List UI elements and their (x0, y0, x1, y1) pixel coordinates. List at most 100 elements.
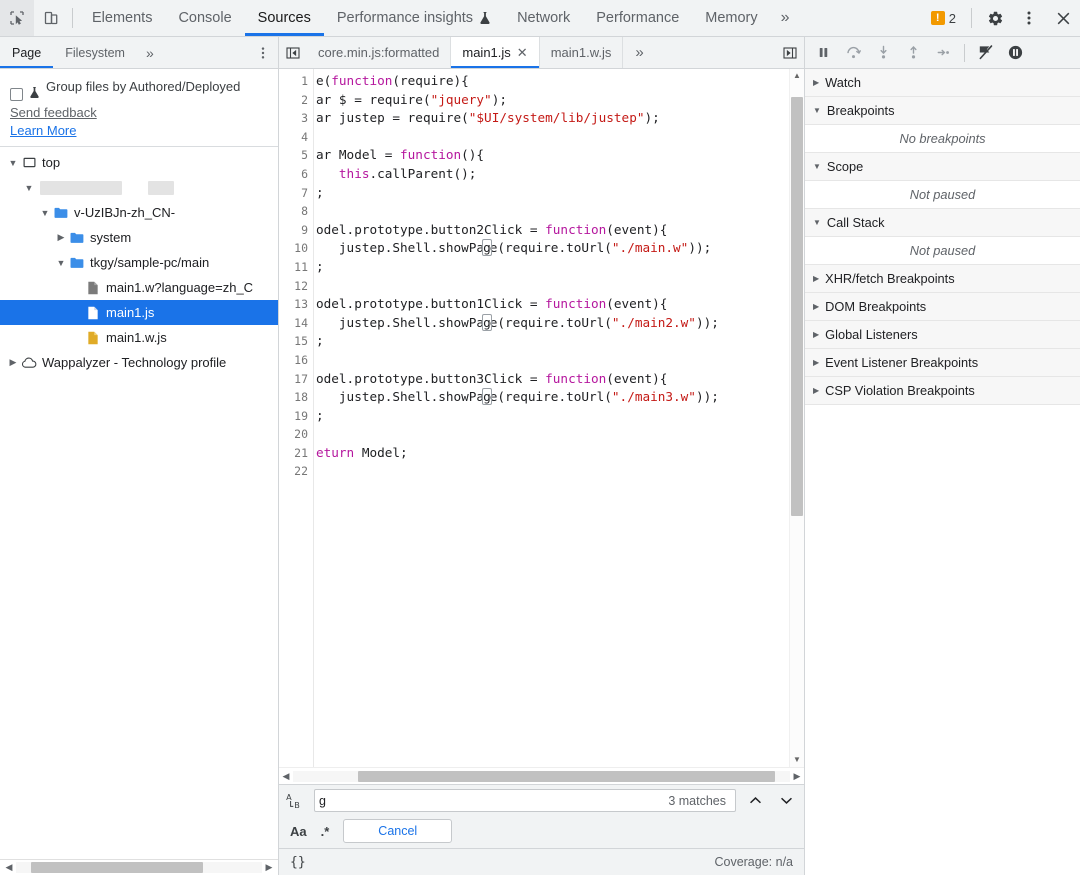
line-number[interactable]: 11 (279, 258, 313, 277)
line-number[interactable]: 9 (279, 221, 313, 240)
line-number[interactable]: 15 (279, 332, 313, 351)
line-number[interactable]: 4 (279, 128, 313, 147)
navigator-hscroll-thumb[interactable] (31, 862, 203, 873)
tree-row[interactable]: ▼top (0, 150, 278, 175)
show-navigator-icon[interactable] (279, 37, 307, 68)
code-line[interactable] (314, 128, 789, 147)
code-line[interactable]: e(function(require){ (314, 72, 789, 91)
source-code[interactable]: e(function(require){ar $ = require("jque… (314, 69, 789, 767)
sidebar-section-breakpoints[interactable]: ▼Breakpoints (805, 97, 1080, 125)
line-number[interactable]: 16 (279, 351, 313, 370)
match-case-toggle[interactable]: Aa (290, 824, 307, 839)
editor-hscroll-right-arrow[interactable]: ▶ (790, 771, 804, 782)
navigator-hscroll-track[interactable] (16, 862, 262, 873)
code-line[interactable] (314, 462, 789, 481)
line-number[interactable]: 22 (279, 462, 313, 481)
line-number[interactable]: 19 (279, 407, 313, 426)
editor-vscroll-down-arrow[interactable]: ▼ (790, 753, 804, 767)
editor-tab-close-icon[interactable]: ✕ (517, 46, 528, 59)
line-number[interactable]: 13 (279, 295, 313, 314)
line-number[interactable]: 1 (279, 72, 313, 91)
warnings-badge[interactable]: ! 2 (922, 5, 965, 31)
code-area[interactable]: 12345678910111213141516171819202122 e(fu… (279, 69, 789, 767)
navigator-kebab-icon[interactable] (248, 37, 278, 68)
tree-row[interactable]: ▶main1.w.js (0, 325, 278, 350)
sidebar-section-watch[interactable]: ▶Watch (805, 69, 1080, 97)
close-icon[interactable] (1046, 0, 1080, 36)
regex-toggle[interactable]: .* (321, 824, 330, 839)
twisty-closed-icon[interactable]: ▶ (6, 357, 20, 368)
code-line[interactable]: this.callParent(); (314, 165, 789, 184)
code-line[interactable]: justep.Shell.showPage(require.toUrl("./m… (314, 239, 789, 258)
tree-row[interactable]: ▶system (0, 225, 278, 250)
twisty-open-icon[interactable]: ▼ (38, 208, 52, 218)
code-line[interactable]: odel.prototype.button2Click = function(e… (314, 221, 789, 240)
navigator-more-chevron-icon[interactable]: » (137, 37, 163, 68)
sidebar-section-event-listener-breakpoints[interactable]: ▶Event Listener Breakpoints (805, 349, 1080, 377)
line-number[interactable]: 21 (279, 444, 313, 463)
pause-script-button[interactable] (809, 40, 838, 66)
code-line[interactable]: ; (314, 258, 789, 277)
code-line[interactable]: ar Model = function(){ (314, 146, 789, 165)
editor-hscroll-thumb[interactable] (358, 771, 775, 782)
code-line[interactable]: odel.prototype.button3Click = function(e… (314, 370, 789, 389)
editor-tab-core-min-js[interactable]: core.min.js:formatted (307, 37, 451, 68)
nav-tab-filesystem[interactable]: Filesystem (53, 37, 137, 68)
code-line[interactable] (314, 351, 789, 370)
tab-memory[interactable]: Memory (692, 0, 770, 36)
code-line[interactable]: ar justep = require("$UI/system/lib/just… (314, 109, 789, 128)
more-tabs-chevron-icon[interactable]: » (771, 0, 800, 36)
cancel-button[interactable]: Cancel (343, 819, 452, 843)
editor-hscrollbar[interactable]: ◀ ▶ (279, 767, 804, 784)
editor-vscroll-up-arrow[interactable]: ▲ (790, 69, 804, 83)
code-editor[interactable]: 12345678910111213141516171819202122 e(fu… (279, 69, 804, 767)
navigator-hscroll-left-arrow[interactable]: ◀ (2, 862, 16, 873)
code-line[interactable]: odel.prototype.button1Click = function(e… (314, 295, 789, 314)
code-line[interactable] (314, 425, 789, 444)
tab-performance[interactable]: Performance (583, 0, 692, 36)
editor-vscroll-thumb[interactable] (791, 97, 803, 516)
line-number[interactable]: 6 (279, 165, 313, 184)
step-button[interactable] (929, 40, 958, 66)
navigator-hscrollbar[interactable]: ◀ ▶ (0, 859, 278, 875)
deactivate-breakpoints-button[interactable] (971, 40, 1000, 66)
code-line[interactable]: ; (314, 184, 789, 203)
tree-row[interactable]: ▶main1.js (0, 300, 278, 325)
code-line[interactable]: ; (314, 332, 789, 351)
twisty-open-icon[interactable]: ▼ (54, 258, 68, 268)
step-out-button[interactable] (899, 40, 928, 66)
code-line[interactable]: justep.Shell.showPage(require.toUrl("./m… (314, 314, 789, 333)
learn-more-link[interactable]: Learn More (10, 123, 76, 138)
tab-elements[interactable]: Elements (79, 0, 165, 36)
twisty-open-icon[interactable]: ▼ (22, 183, 36, 193)
code-line[interactable]: justep.Shell.showPage(require.toUrl("./m… (314, 388, 789, 407)
code-line[interactable]: ; (314, 407, 789, 426)
tab-console[interactable]: Console (165, 0, 244, 36)
tab-sources[interactable]: Sources (245, 0, 324, 36)
replace-ab-icon[interactable]: A B (285, 792, 307, 810)
line-number[interactable]: 17 (279, 370, 313, 389)
sidebar-section-dom-breakpoints[interactable]: ▶DOM Breakpoints (805, 293, 1080, 321)
more-options-icon[interactable] (1012, 0, 1046, 36)
tab-performance-insights[interactable]: Performance insights (324, 0, 504, 36)
editor-hscroll-left-arrow[interactable]: ◀ (279, 771, 293, 782)
search-input-wrap[interactable]: 3 matches (314, 789, 736, 812)
line-number[interactable]: 7 (279, 184, 313, 203)
tree-row[interactable]: ▶main1.w?language=zh_C (0, 275, 278, 300)
send-feedback-link[interactable]: Send feedback (10, 105, 97, 120)
sidebar-section-call-stack[interactable]: ▼Call Stack (805, 209, 1080, 237)
editor-hscroll-track[interactable] (293, 771, 790, 782)
line-number[interactable]: 18 (279, 388, 313, 407)
tree-row[interactable]: ▼v-UzIBJn-zh_CN- (0, 200, 278, 225)
show-debugger-icon[interactable] (776, 37, 804, 68)
pause-on-exceptions-button[interactable] (1001, 40, 1030, 66)
device-toolbar-icon[interactable] (34, 0, 68, 36)
line-number[interactable]: 14 (279, 314, 313, 333)
line-number[interactable]: 20 (279, 425, 313, 444)
search-input[interactable] (319, 790, 668, 811)
tree-row-redacted[interactable]: ▼ (0, 175, 278, 200)
tree-row[interactable]: ▼tkgy/sample-pc/main (0, 250, 278, 275)
sidebar-section-global-listeners[interactable]: ▶Global Listeners (805, 321, 1080, 349)
twisty-closed-icon[interactable]: ▶ (54, 232, 68, 243)
line-number[interactable]: 12 (279, 277, 313, 296)
